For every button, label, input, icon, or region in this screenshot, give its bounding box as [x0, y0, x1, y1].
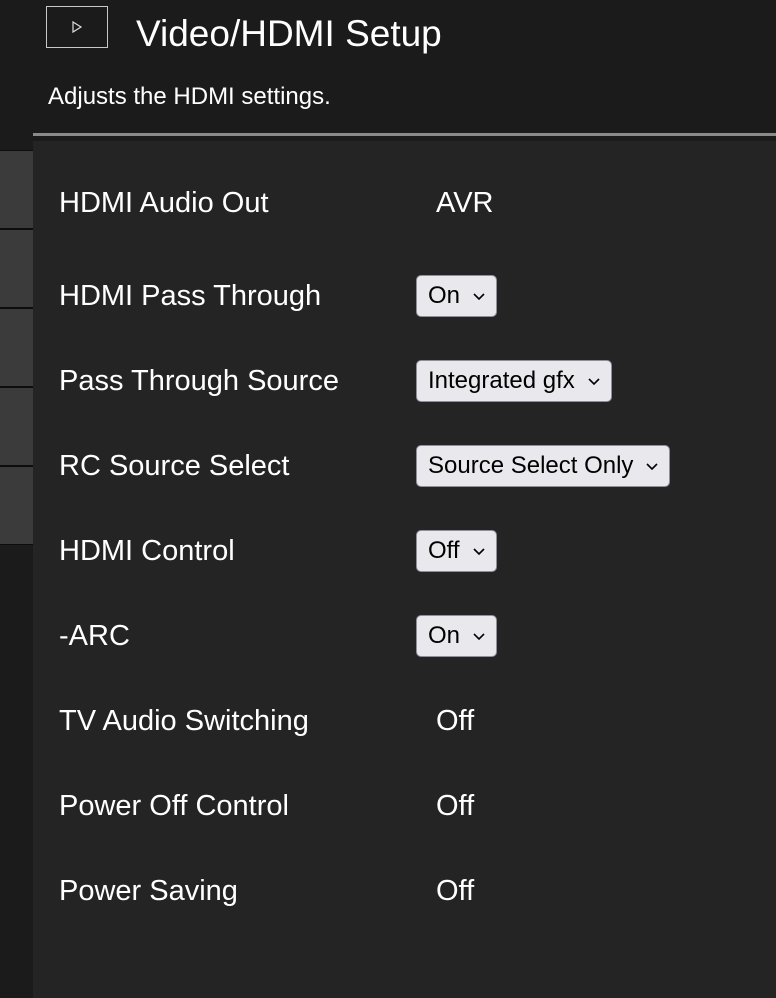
setting-row-power-off-control: Power Off Control Off	[33, 784, 776, 828]
side-tab[interactable]	[0, 150, 33, 229]
select-value: On	[428, 622, 461, 649]
rc-source-select[interactable]: Source Select Only	[416, 445, 671, 487]
chevron-down-icon	[473, 633, 485, 641]
chevron-down-icon	[473, 548, 485, 556]
setting-value: Off	[436, 875, 475, 907]
select-value: Off	[428, 537, 460, 564]
setting-row-pass-through-source: Pass Through Source Integrated gfx	[33, 359, 776, 403]
header-divider	[33, 133, 776, 136]
chevron-down-icon	[646, 463, 659, 471]
setting-label: Power Saving	[59, 875, 238, 907]
setting-label: -ARC	[59, 620, 130, 652]
setting-row-hdmi-pass-through: HDMI Pass Through On	[33, 274, 776, 318]
hdmi-pass-through-select[interactable]: On	[416, 275, 498, 317]
setting-label: Pass Through Source	[59, 365, 339, 397]
setting-label: TV Audio Switching	[59, 705, 309, 737]
side-tabs	[0, 150, 33, 545]
setting-label: Power Off Control	[59, 790, 289, 822]
chevron-down-icon	[588, 378, 600, 386]
page-description: Adjusts the HDMI settings.	[48, 83, 331, 110]
select-value: On	[428, 282, 461, 309]
setting-row-rc-source-select: RC Source Select Source Select Only	[33, 444, 776, 488]
play-button[interactable]	[46, 6, 108, 48]
setting-row-hdmi-control: HDMI Control Off	[33, 529, 776, 573]
setting-value: Off	[436, 705, 475, 737]
side-tab[interactable]	[0, 466, 33, 545]
arc-select[interactable]: On	[416, 615, 498, 657]
play-icon	[72, 20, 83, 34]
setting-row-hdmi-audio-out: HDMI Audio Out AVR	[33, 181, 776, 225]
setting-value: Off	[436, 790, 475, 822]
setting-value: AVR	[436, 187, 494, 219]
settings-panel: HDMI Audio Out AVR HDMI Pass Through On …	[33, 141, 776, 998]
setting-label: HDMI Audio Out	[59, 187, 269, 219]
setting-label: HDMI Control	[59, 535, 235, 567]
chevron-down-icon	[473, 293, 485, 301]
side-tab[interactable]	[0, 308, 33, 387]
select-value: Integrated gfx	[428, 367, 575, 394]
setting-row-power-saving: Power Saving Off	[33, 869, 776, 913]
pass-through-source-select[interactable]: Integrated gfx	[416, 360, 612, 402]
select-value: Source Select Only	[428, 452, 634, 479]
hdmi-control-select[interactable]: Off	[416, 530, 497, 572]
setting-row-tv-audio-switching: TV Audio Switching Off	[33, 699, 776, 743]
side-tab[interactable]	[0, 387, 33, 466]
side-tab[interactable]	[0, 229, 33, 308]
setting-label: HDMI Pass Through	[59, 280, 322, 312]
page-title: Video/HDMI Setup	[136, 13, 442, 54]
setting-label: RC Source Select	[59, 450, 290, 482]
setting-row-arc: -ARC On	[33, 614, 776, 658]
